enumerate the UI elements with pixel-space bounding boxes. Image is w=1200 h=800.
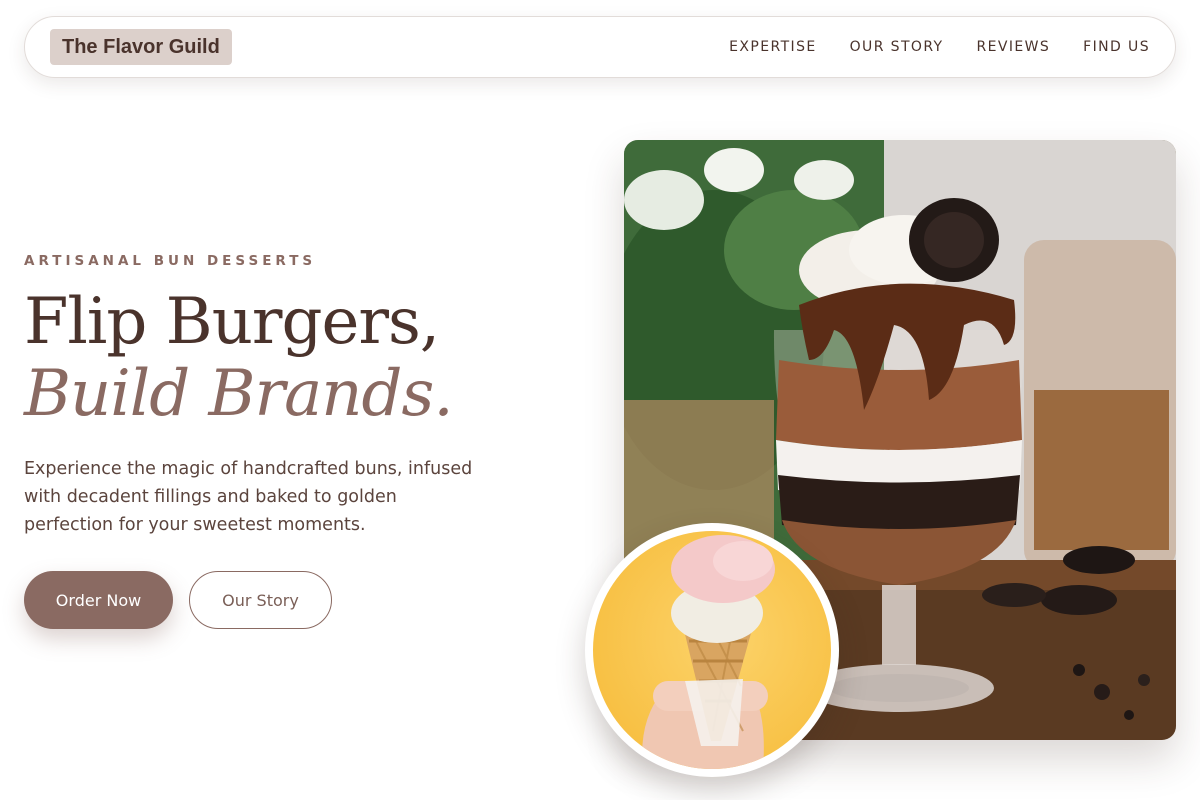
nav-link-find-us[interactable]: FIND US xyxy=(1083,39,1150,55)
brand-logo[interactable]: The Flavor Guild xyxy=(50,29,232,65)
hero-description: Experience the magic of handcrafted buns… xyxy=(24,459,473,535)
our-story-button[interactable]: Our Story xyxy=(189,571,332,629)
nav-link-expertise[interactable]: EXPERTISE xyxy=(729,39,816,55)
nav-links: EXPERTISE OUR STORY REVIEWS FIND US xyxy=(729,39,1150,55)
navbar: The Flavor Guild EXPERTISE OUR STORY REV… xyxy=(24,16,1176,78)
hero-eyebrow: ARTISANAL BUN DESSERTS xyxy=(24,253,317,269)
hero-headline: Flip Burgers, Build Brands. xyxy=(24,285,454,431)
nav-link-reviews[interactable]: REVIEWS xyxy=(977,39,1051,55)
headline-line-1: Flip Burgers, xyxy=(24,285,440,359)
ice-cream-image xyxy=(585,523,839,777)
ice-cream-photo xyxy=(593,531,831,769)
headline-line-2: Build Brands. xyxy=(24,357,454,431)
nav-link-our-story[interactable]: OUR STORY xyxy=(850,39,944,55)
order-now-button[interactable]: Order Now xyxy=(24,571,173,629)
